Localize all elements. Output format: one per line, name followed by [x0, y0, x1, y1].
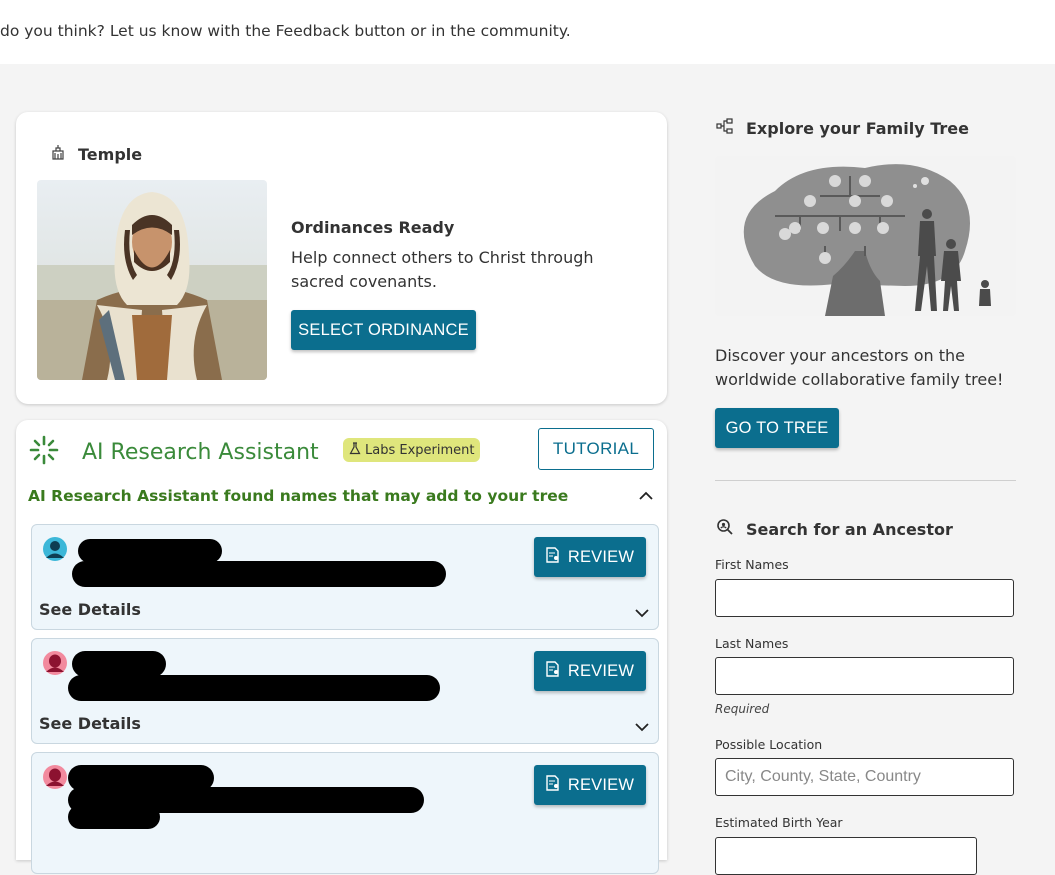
ordinances-description: Help connect others to Christ through sa… — [291, 248, 594, 291]
review-label: REVIEW — [567, 661, 635, 680]
chevron-down-icon[interactable] — [634, 604, 650, 623]
last-names-input[interactable] — [715, 657, 1014, 695]
review-button[interactable]: REVIEW — [534, 765, 646, 805]
temple-header: Temple — [50, 144, 142, 164]
birth-year-input[interactable] — [715, 837, 977, 875]
temple-card: Temple Ordinances Ready Help connect oth… — [16, 112, 667, 404]
feedback-banner: do you think? Let us know with the Feedb… — [0, 0, 1055, 64]
temple-title: Temple — [78, 144, 143, 164]
result-card: REVIEW See Details — [31, 524, 659, 630]
search-header: Search for an Ancestor — [716, 518, 953, 540]
location-label: Possible Location — [715, 737, 823, 752]
sparkle-icon — [28, 434, 60, 470]
family-tree-illustration — [715, 156, 1016, 316]
chevron-down-icon[interactable] — [634, 718, 650, 737]
redacted-details — [68, 675, 440, 701]
redacted-extra — [68, 805, 160, 829]
first-names-label: First Names — [715, 557, 789, 572]
christ-image — [37, 180, 267, 380]
labs-badge-label: Labs Experiment — [365, 442, 475, 458]
birth-year-label: Estimated Birth Year — [715, 815, 843, 830]
first-names-input[interactable] — [715, 579, 1014, 617]
review-doc-icon — [546, 660, 560, 682]
review-button[interactable]: REVIEW — [534, 537, 646, 577]
result-card: REVIEW — [31, 752, 659, 874]
ai-research-card: AI Research Assistant Labs Experiment TU… — [16, 420, 667, 874]
ordinances-title: Ordinances Ready — [291, 218, 455, 237]
redacted-details — [72, 561, 446, 587]
search-title: Search for an Ancestor — [746, 519, 953, 539]
ai-header: AI Research Assistant — [28, 434, 319, 470]
tutorial-button[interactable]: TUTORIAL — [538, 428, 654, 470]
explore-header: Explore your Family Tree — [716, 118, 969, 138]
result-card: REVIEW See Details — [31, 638, 659, 744]
select-ordinance-button[interactable]: SELECT ORDINANCE — [291, 310, 476, 350]
ai-found-text: AI Research Assistant found names that m… — [28, 487, 569, 505]
flask-icon — [349, 441, 361, 459]
required-hint: Required — [715, 702, 770, 716]
review-button[interactable]: REVIEW — [534, 651, 646, 691]
chevron-up-icon[interactable] — [638, 488, 654, 507]
female-avatar-icon — [43, 651, 67, 675]
search-icon — [716, 518, 734, 540]
review-doc-icon — [546, 546, 560, 568]
ai-title: AI Research Assistant — [82, 439, 319, 465]
section-divider — [715, 480, 1016, 481]
location-input[interactable] — [715, 758, 1014, 796]
redacted-name — [78, 539, 222, 563]
male-avatar-icon — [43, 537, 67, 561]
go-to-tree-button[interactable]: GO TO TREE — [715, 408, 839, 448]
review-doc-icon — [546, 774, 560, 796]
review-label: REVIEW — [567, 775, 635, 794]
see-details-toggle[interactable]: See Details — [39, 714, 141, 733]
tree-icon — [716, 118, 734, 138]
explore-title: Explore your Family Tree — [746, 118, 969, 138]
female-avatar-icon — [43, 765, 67, 789]
temple-icon — [50, 144, 66, 164]
last-names-label: Last Names — [715, 636, 789, 651]
explore-description: Discover your ancestors on the worldwide… — [715, 346, 1004, 389]
labs-badge: Labs Experiment — [343, 438, 481, 462]
banner-text: do you think? Let us know with the Feedb… — [0, 22, 571, 40]
redacted-name — [72, 651, 166, 677]
review-label: REVIEW — [567, 547, 635, 566]
see-details-toggle[interactable]: See Details — [39, 600, 141, 619]
